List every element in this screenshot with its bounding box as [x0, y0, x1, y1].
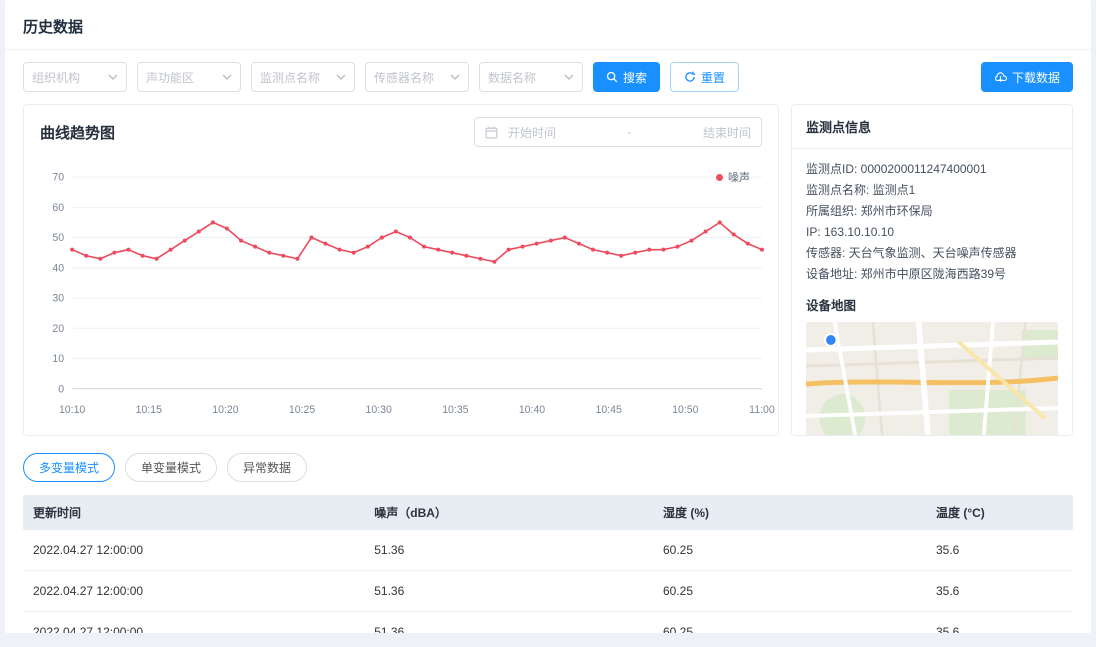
sound-function-zone-select[interactable]: 声功能区 [137, 62, 241, 92]
chart-title: 曲线趋势图 [40, 122, 115, 143]
info-field: 所属组织: 郑州市环保局 [806, 201, 1058, 222]
table-cell: 51.36 [364, 530, 653, 571]
mode-tabs: 多变量模式单变量模式异常数据 [5, 436, 1091, 495]
svg-text:10:10: 10:10 [59, 404, 85, 416]
table-row: 2022.04.27 12:00:0051.3660.2535.6 [23, 530, 1073, 571]
chevron-down-icon [108, 74, 118, 80]
search-button[interactable]: 搜索 [593, 62, 660, 92]
table-body: 2022.04.27 12:00:0051.3660.2535.62022.04… [23, 530, 1073, 633]
svg-text:11:00: 11:00 [749, 404, 775, 416]
table-cell: 2022.04.27 12:00:00 [23, 612, 364, 634]
table-cell: 2022.04.27 12:00:00 [23, 571, 364, 612]
info-fields: 监测点ID: 0000200011247400001监测点名称: 监测点1所属组… [806, 159, 1058, 285]
table-cell: 60.25 [653, 571, 926, 612]
data-name-select[interactable]: 数据名称 [479, 62, 583, 92]
chevron-down-icon [222, 74, 232, 80]
info-field: 监测点ID: 0000200011247400001 [806, 159, 1058, 180]
svg-text:10:25: 10:25 [289, 404, 315, 416]
page-title: 历史数据 [23, 16, 1073, 37]
table-cell: 51.36 [364, 571, 653, 612]
svg-text:10:40: 10:40 [519, 404, 545, 416]
table-cell: 60.25 [653, 612, 926, 634]
table-cell: 2022.04.27 12:00:00 [23, 530, 364, 571]
legend-dot-icon [716, 174, 723, 181]
svg-text:60: 60 [52, 202, 64, 214]
table-row: 2022.04.27 12:00:0051.3660.2535.6 [23, 612, 1073, 634]
svg-text:10:45: 10:45 [595, 404, 621, 416]
table-cell: 35.6 [926, 571, 1073, 612]
chevron-down-icon [336, 74, 346, 80]
svg-text:10:15: 10:15 [136, 404, 162, 416]
sensor-name-select[interactable]: 传感器名称 [365, 62, 469, 92]
date-range-separator: - [566, 125, 693, 139]
device-map-title: 设备地图 [806, 295, 1058, 314]
end-time-placeholder: 结束时间 [703, 124, 751, 141]
svg-text:10:30: 10:30 [366, 404, 392, 416]
reset-button-label: 重置 [701, 69, 725, 86]
svg-text:0: 0 [58, 383, 64, 395]
tab-single-variable[interactable]: 单变量模式 [125, 453, 217, 482]
svg-text:40: 40 [52, 262, 64, 274]
chart-legend[interactable]: 噪声 [716, 169, 750, 185]
map-marker-icon [825, 334, 836, 346]
chevron-down-icon [564, 74, 574, 80]
svg-text:50: 50 [52, 232, 64, 244]
table-header-cell: 更新时间 [23, 495, 364, 530]
reset-icon [684, 71, 696, 83]
svg-text:30: 30 [52, 293, 64, 305]
info-field: 监测点名称: 监测点1 [806, 180, 1058, 201]
chevron-down-icon [450, 74, 460, 80]
page-header: 历史数据 [5, 0, 1091, 50]
page-card: 历史数据 组织机构声功能区监测点名称传感器名称数据名称 搜索 重置 下载数据 [5, 0, 1091, 633]
table-header-cell: 湿度 (%) [653, 495, 926, 530]
noise-line-chart: 0 10 20 30 40 50 60 70 10:10 10:15 10:20 10:25 10:30… [24, 165, 778, 423]
date-range-picker[interactable]: 开始时间 - 结束时间 [474, 117, 762, 147]
organization-select[interactable]: 组织机构 [23, 62, 127, 92]
calendar-icon [485, 126, 498, 139]
info-panel-body: 监测点ID: 0000200011247400001监测点名称: 监测点1所属组… [792, 149, 1072, 436]
table-cell: 60.25 [653, 530, 926, 571]
map-graphic [806, 322, 1058, 436]
table-head: 更新时间噪声（dBA）湿度 (%)温度 (°C) [23, 495, 1073, 530]
search-icon [606, 71, 618, 83]
table-cell: 51.36 [364, 612, 653, 634]
reset-button[interactable]: 重置 [670, 62, 739, 92]
table-header-cell: 噪声（dBA） [364, 495, 653, 530]
start-time-placeholder: 开始时间 [508, 124, 556, 141]
device-map[interactable] [806, 322, 1058, 436]
tab-multi-variable[interactable]: 多变量模式 [23, 453, 115, 482]
chart-header: 曲线趋势图 开始时间 - 结束时间 [24, 105, 778, 149]
info-field: 传感器: 天台气象监测、天台噪声传感器 [806, 243, 1058, 264]
search-button-label: 搜索 [623, 69, 647, 86]
info-panel-title: 监测点信息 [792, 105, 1072, 149]
svg-text:10:20: 10:20 [212, 404, 238, 416]
download-icon [994, 71, 1007, 83]
table-cell: 35.6 [926, 530, 1073, 571]
svg-text:20: 20 [52, 323, 64, 335]
trend-chart-panel: 曲线趋势图 开始时间 - 结束时间 噪声 0 10 20 30 40 50 60 70 10:1… [23, 104, 779, 436]
info-field: IP: 163.10.10.10 [806, 222, 1058, 243]
main-content: 曲线趋势图 开始时间 - 结束时间 噪声 0 10 20 30 40 50 60 70 10:1… [5, 104, 1091, 436]
legend-label: 噪声 [728, 169, 750, 185]
download-button-label: 下载数据 [1012, 69, 1060, 86]
info-field: 设备地址: 郑州市中原区陇海西路39号 [806, 264, 1058, 285]
filter-selects: 组织机构声功能区监测点名称传感器名称数据名称 [23, 62, 583, 92]
tab-abnormal-data[interactable]: 异常数据 [227, 453, 307, 482]
table-cell: 35.6 [926, 612, 1073, 634]
data-table: 更新时间噪声（dBA）湿度 (%)温度 (°C) 2022.04.27 12:0… [23, 495, 1073, 633]
download-data-button[interactable]: 下载数据 [981, 62, 1073, 92]
svg-text:10:35: 10:35 [442, 404, 468, 416]
monitoring-point-name-select[interactable]: 监测点名称 [251, 62, 355, 92]
table-header-cell: 温度 (°C) [926, 495, 1073, 530]
table-row: 2022.04.27 12:00:0051.3660.2535.6 [23, 571, 1073, 612]
svg-text:10: 10 [52, 353, 64, 365]
monitoring-point-info-panel: 监测点信息 监测点ID: 0000200011247400001监测点名称: 监… [791, 104, 1073, 436]
svg-text:70: 70 [52, 172, 64, 184]
svg-text:10:50: 10:50 [672, 404, 698, 416]
filter-bar: 组织机构声功能区监测点名称传感器名称数据名称 搜索 重置 下载数据 [5, 50, 1091, 104]
